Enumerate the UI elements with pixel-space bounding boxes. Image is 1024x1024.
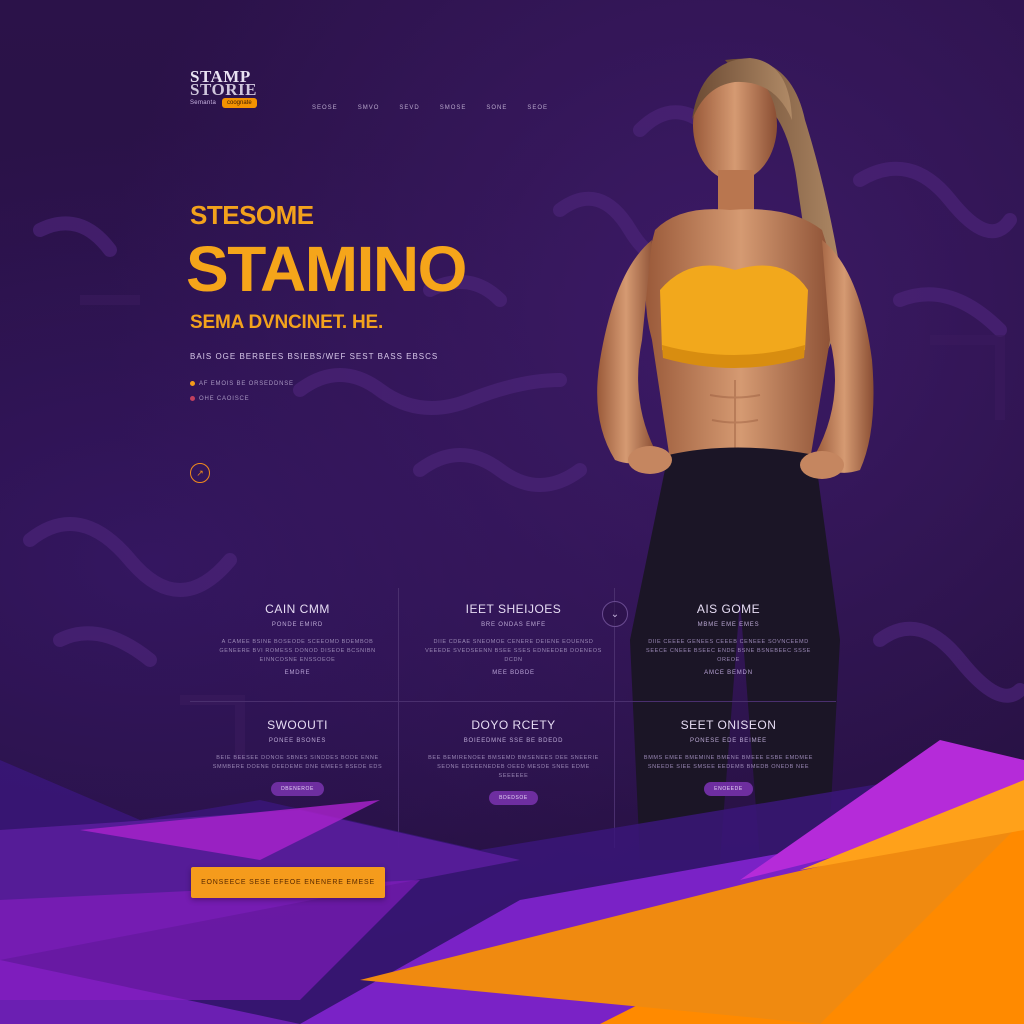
decorative-shapes xyxy=(0,740,1024,1024)
cta-button[interactable]: EONSEECE SESE EFEOE ENENERE EMESE xyxy=(191,867,385,898)
